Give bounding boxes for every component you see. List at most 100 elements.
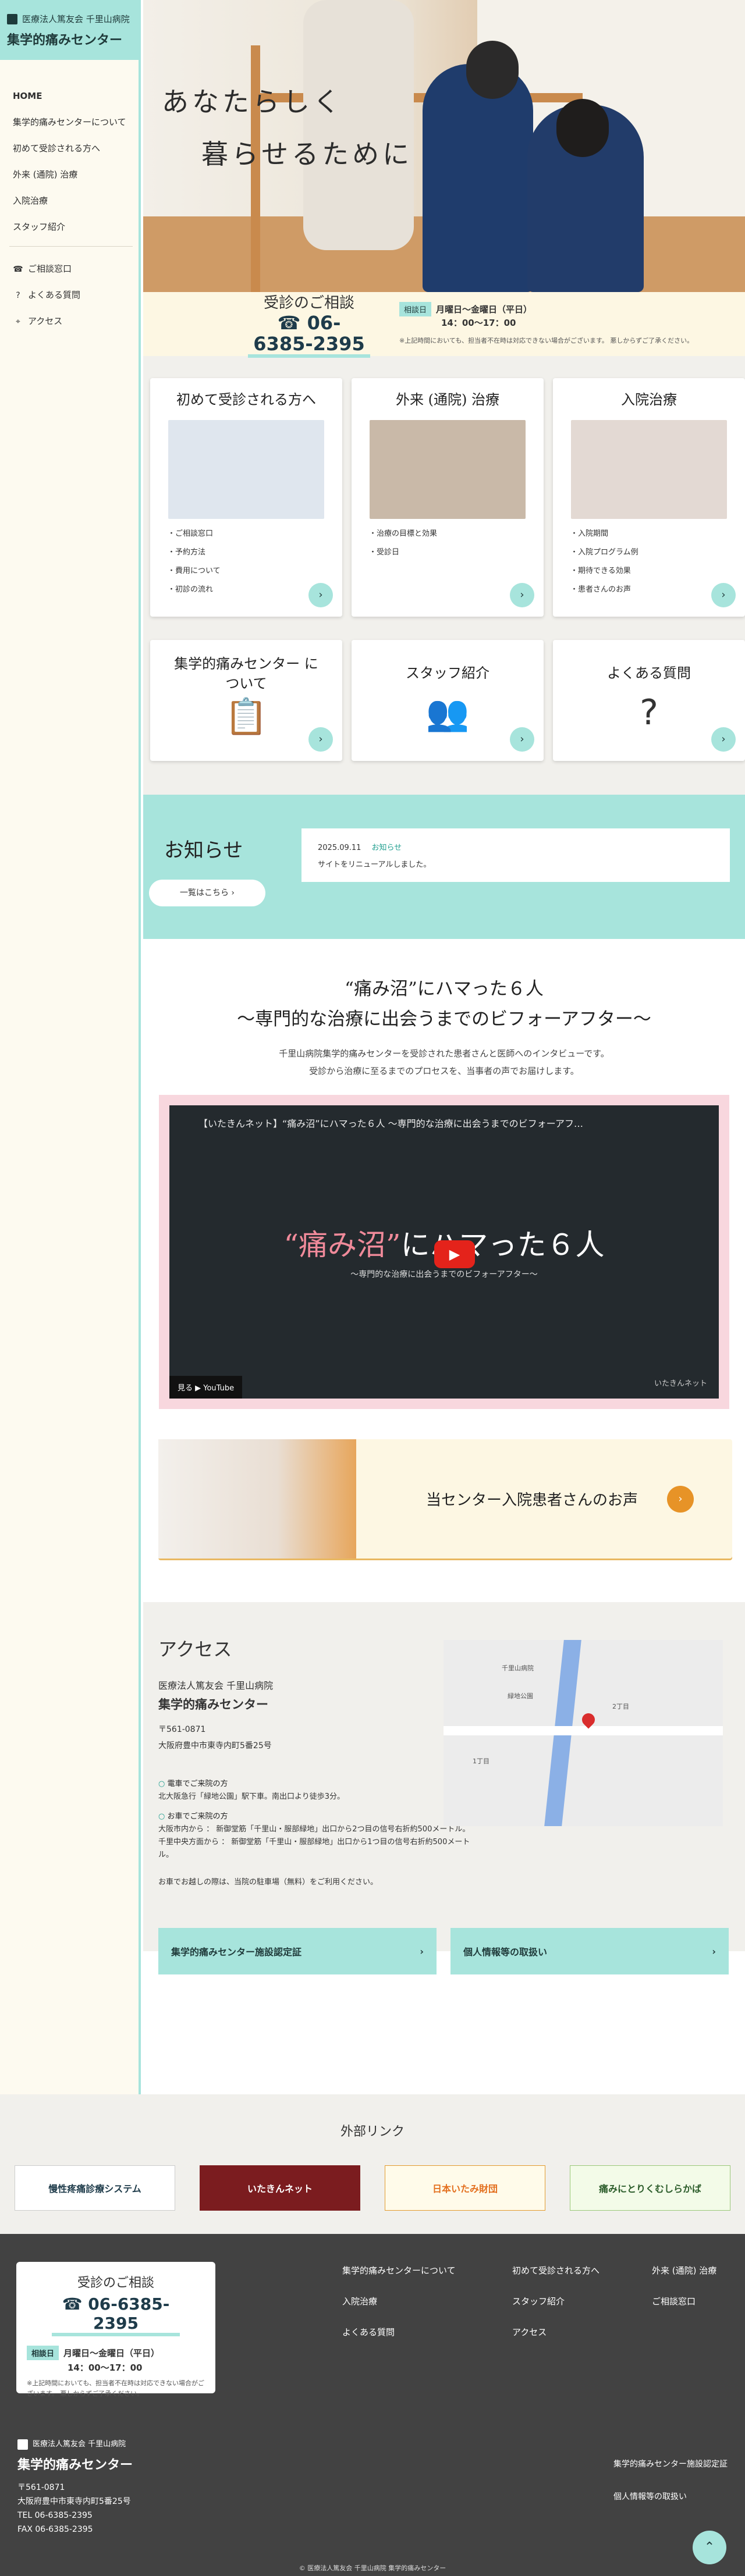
footer-nav: 集学的痛みセンターについて 初めて受診される方へ 外来 (通院) 治療 入院治療…	[342, 2264, 745, 2338]
chevron-right-icon[interactable]: ›	[711, 727, 736, 752]
footer-link-consultation[interactable]: ご相談窓口	[652, 2295, 745, 2307]
chevron-right-icon[interactable]: ›	[667, 1485, 694, 1513]
card-about-title: 集学的痛みセンター について	[174, 656, 318, 692]
youtube-video[interactable]: 【いたきんネット】“痛み沼”にハマった６人 〜専門的な治療に出会うまでのビフォー…	[169, 1105, 719, 1399]
copyright: © 医療法人篤友会 千里山病院 集学的痛みセンター	[299, 2564, 446, 2572]
card-outpatient-image	[370, 420, 526, 519]
news-text: サイトをリニューアルしました。	[318, 860, 431, 869]
map-label: 2丁目	[612, 1703, 629, 1710]
footer-tel[interactable]: ☎ 06-6385-2395	[52, 2294, 180, 2336]
footer-link-privacy[interactable]: 個人情報等の取扱い	[613, 2481, 728, 2513]
play-icon[interactable]: ▶	[434, 1240, 475, 1268]
patient-voice-banner[interactable]: 当センター入院患者さんのお声 ›	[143, 1439, 745, 1564]
chevron-right-icon[interactable]: ›	[308, 727, 333, 752]
nav-access[interactable]: ⌖ アクセス	[0, 308, 139, 335]
footer-link-about[interactable]: 集学的痛みセンターについて	[342, 2264, 512, 2276]
list-item: ・入院プログラム例	[570, 548, 638, 557]
brand[interactable]: 医療法人篤友会 千里山病院 集学的痛みセンター	[0, 0, 139, 60]
banner-pain-foundation[interactable]: 日本いたみ財団	[385, 2165, 545, 2211]
nav-consultation[interactable]: ☎ ご相談窓口	[0, 256, 139, 282]
footer-link-cert[interactable]: 集学的痛みセンター施設認定証	[613, 2448, 728, 2481]
nav-inpatient[interactable]: 入院治療	[13, 188, 139, 214]
patient-photo	[158, 1439, 356, 1559]
news-section: お知らせ 一覧はこちら › 2025.09.11 お知らせ サイトをリニューアルし…	[143, 795, 745, 939]
access-name: 集学的痛みセンター	[158, 1698, 268, 1712]
map-road	[444, 1726, 723, 1735]
card-inpatient[interactable]: 入院治療 ・入院期間 ・入院プログラム例 ・期待できる効果 ・患者さんのお声 ›	[553, 378, 745, 617]
facility-cert-link[interactable]: 集学的痛みセンター施設認定証 ›	[158, 1928, 437, 1974]
hero-person-staff-1	[423, 64, 533, 292]
footer-tel-text: TEL 06-6385-2395	[17, 2511, 93, 2520]
hero-heading: あなたらしく 暮らせるために	[162, 76, 413, 180]
question-icon: ?	[16, 290, 20, 300]
train-text: 北大阪急行「緑地公園」駅下車。南出口より徒歩3分。	[158, 1792, 345, 1801]
banner-pain-system[interactable]: 慢性疼痛診療システム	[15, 2165, 175, 2211]
footer-link-staff[interactable]: スタッフ紹介	[512, 2295, 652, 2307]
question-bubble-icon: ?	[640, 692, 658, 733]
footer-link-first-visit[interactable]: 初めて受診される方へ	[512, 2264, 652, 2276]
side-nav: HOME 集学的痛みセンターについて 初めて受診される方へ 外来 (通院) 治療…	[0, 60, 139, 240]
footer-tel-number: 06-6385-2395	[88, 2294, 170, 2333]
nav-staff[interactable]: スタッフ紹介	[13, 214, 139, 240]
footer-link-faq[interactable]: よくある質問	[342, 2326, 512, 2338]
card-staff[interactable]: スタッフ紹介 👥 ›	[352, 640, 544, 761]
footer-link-access[interactable]: アクセス	[512, 2326, 652, 2338]
nav-outpatient[interactable]: 外来 (通院) 治療	[13, 162, 139, 188]
access-address: 大阪府豊中市東寺内町5番25号	[158, 1741, 272, 1750]
contact-tel[interactable]: ☎ 06-6385-2395	[248, 312, 370, 358]
card-faq[interactable]: よくある質問 ? ›	[553, 640, 745, 761]
news-category: お知らせ	[371, 844, 402, 852]
card-first-visit-title: 初めて受診される方へ	[176, 392, 316, 408]
list-item: ・ご相談窓口	[168, 529, 214, 538]
footer-address: 大阪府豊中市東寺内町5番25号	[17, 2497, 131, 2506]
footer-contact-title: 受診のご相談	[77, 2276, 154, 2290]
banner-itakin-net[interactable]: いたきんネット	[200, 2165, 360, 2211]
phone-icon: ☎	[13, 264, 23, 274]
footer-link-outpatient[interactable]: 外来 (通院) 治療	[652, 2264, 745, 2276]
contact-band: 受診のご相談 ☎ 06-6385-2395 相談日 月曜日〜金曜日（平日） 14：…	[143, 292, 745, 358]
nav-about[interactable]: 集学的痛みセンターについて	[13, 109, 139, 136]
access-zip: 〒561-0871	[158, 1725, 206, 1734]
nav-home[interactable]: HOME	[13, 83, 139, 109]
hospital-logo-icon	[7, 13, 17, 24]
car-heading: お車でご来院の方	[158, 1810, 484, 1823]
video-brand: いたきんネット	[654, 1379, 707, 1388]
watch-on-youtube[interactable]: 見る ▶ YouTube	[169, 1376, 243, 1399]
chevron-right-icon[interactable]: ›	[308, 583, 333, 607]
chevron-right-icon[interactable]: ›	[510, 583, 534, 607]
map-label: 緑地公園	[508, 1692, 533, 1700]
list-item: ・受診日	[369, 548, 400, 557]
google-map[interactable]: 千里山病院 緑地公園 2丁目 1丁目	[444, 1640, 723, 1826]
interview-desc-1: 千里山病院集学的痛みセンターを受診された患者さんと医師へのインタビューです。	[279, 1048, 609, 1059]
contact-days: 月曜日〜金曜日（平日）	[436, 304, 533, 315]
map-label: 1丁目	[473, 1757, 489, 1765]
list-item: ・入院期間	[570, 529, 609, 538]
footer-note: ※上記時間においても、担当者不在時は対応できない場合がございます。 悪しからずご…	[27, 2379, 205, 2397]
video-main-rest: にハマった６人	[400, 1228, 605, 1262]
chevron-right-icon: ›	[420, 1945, 424, 1957]
hero-head-2	[556, 99, 609, 157]
privacy-label: 個人情報等の取扱い	[463, 1947, 548, 1958]
card-inpatient-title: 入院治療	[621, 392, 677, 408]
nav-first-visit[interactable]: 初めて受診される方へ	[13, 136, 139, 162]
card-about[interactable]: 集学的痛みセンター について 📋 ›	[150, 640, 342, 761]
chevron-right-icon[interactable]: ›	[510, 727, 534, 752]
news-item[interactable]: 2025.09.11 お知らせ サイトをリニューアルしました。	[301, 828, 730, 882]
list-item: ・費用について	[168, 567, 221, 575]
card-outpatient[interactable]: 外来 (通院) 治療 ・治療の目標と効果 ・受診日 ›	[352, 378, 544, 617]
banner-shirakaba[interactable]: 痛みにとりくむしらかば	[570, 2165, 730, 2211]
privacy-link[interactable]: 個人情報等の取扱い ›	[450, 1928, 729, 1974]
footer-link-inpatient[interactable]: 入院治療	[342, 2295, 512, 2307]
card-first-visit[interactable]: 初めて受診される方へ ・ご相談窓口 ・予約方法 ・費用について ・初診の流れ ›	[150, 378, 342, 617]
interview-section: “痛み沼”にハマった６人 〜専門的な治療に出会うまでのビフォーアフター〜 千里山…	[143, 939, 745, 1439]
video-subtitle: 〜専門的な治療に出会うまでのビフォーアフター〜	[350, 1270, 538, 1279]
footer-org: 医療法人篤友会 千里山病院	[33, 2440, 126, 2449]
interview-subtitle: 〜専門的な治療に出会うまでのビフォーアフター〜	[237, 1009, 651, 1030]
hero: あなたらしく 暮らせるために	[143, 0, 745, 292]
back-to-top-icon[interactable]: ⌃	[693, 2531, 726, 2564]
access-directions: 電車でご来院の方 北大阪急行「緑地公園」駅下車。南出口より徒歩3分。 お車でご来…	[158, 1771, 484, 1862]
nav-faq[interactable]: ? よくある質問	[0, 282, 139, 308]
video-title[interactable]: 【いたきんネット】“痛み沼”にハマった６人 〜専門的な治療に出会うまでのビフォー…	[198, 1116, 583, 1130]
chevron-right-icon[interactable]: ›	[711, 583, 736, 607]
news-list-button[interactable]: 一覧はこちら ›	[149, 880, 265, 906]
